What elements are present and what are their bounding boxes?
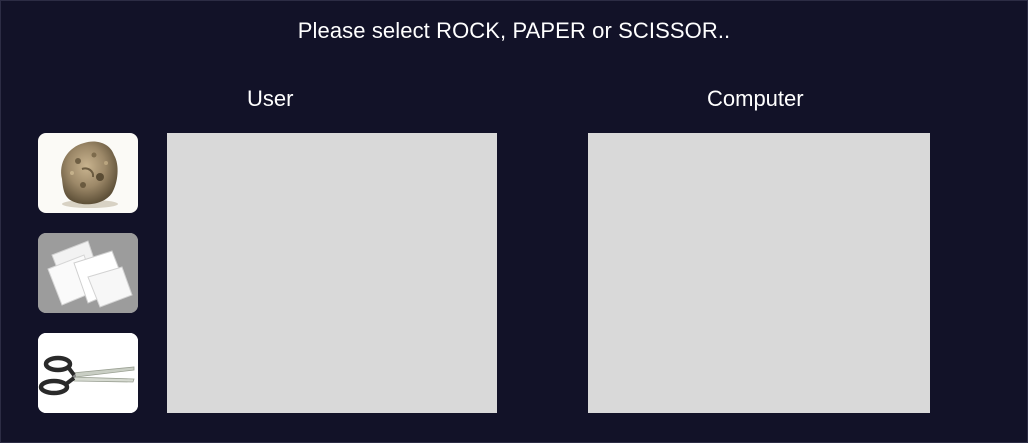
user-choice-display <box>167 133 497 413</box>
scissors-icon <box>38 333 138 413</box>
rock-button[interactable] <box>38 133 138 213</box>
scissors-button[interactable] <box>38 333 138 413</box>
computer-choice-display <box>588 133 930 413</box>
instruction-text: Please select ROCK, PAPER or SCISSOR.. <box>297 18 731 43</box>
paper-button[interactable] <box>38 233 138 313</box>
paper-icon <box>38 233 138 313</box>
user-label: User <box>247 86 294 111</box>
rock-icon <box>61 141 118 208</box>
computer-label: Computer <box>707 86 804 111</box>
